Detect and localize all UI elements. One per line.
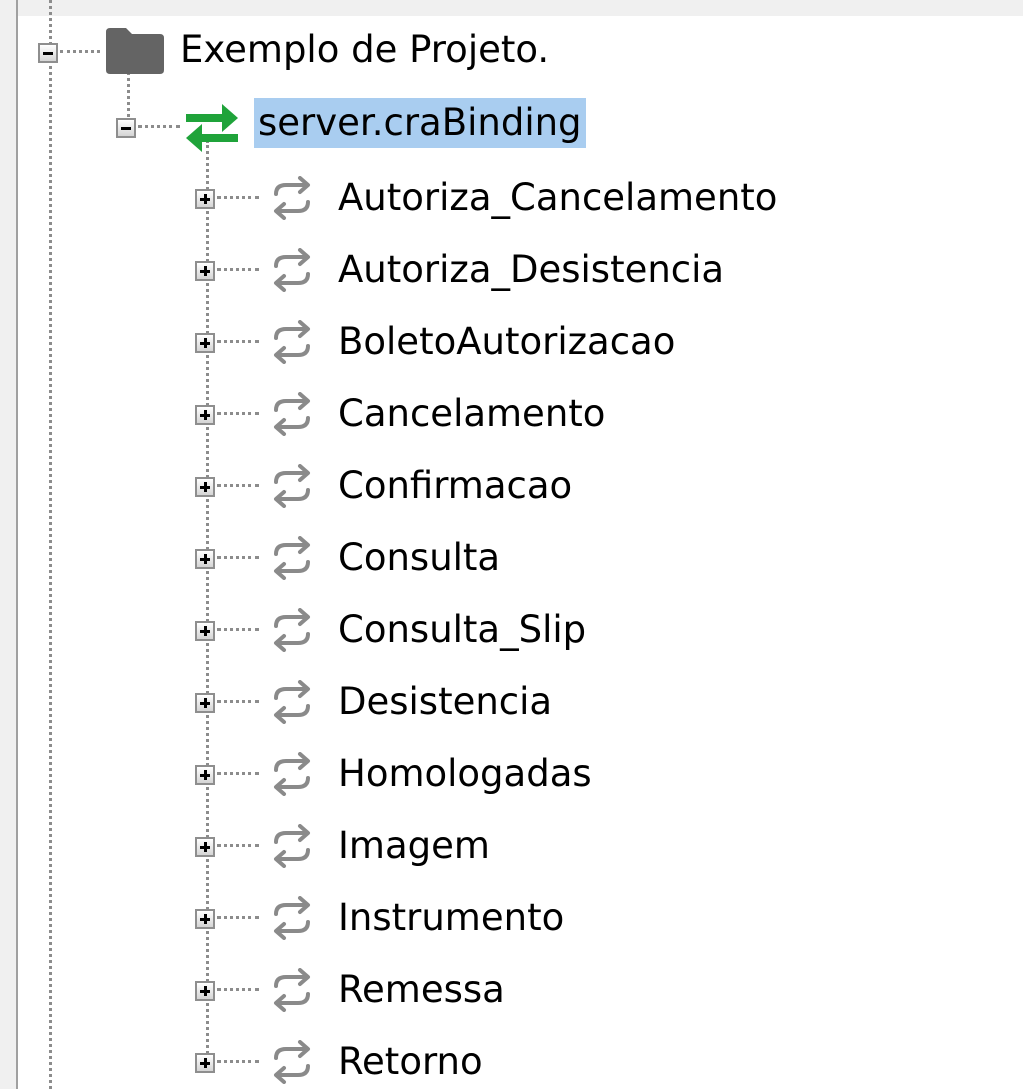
sync-arrows-icon (274, 680, 310, 724)
sync-arrows-icon (274, 320, 310, 364)
tree-connector-line (138, 125, 180, 128)
expand-toggle[interactable] (195, 837, 215, 857)
sync-arrows-icon (274, 968, 310, 1012)
expand-toggle[interactable] (195, 405, 215, 425)
expand-toggle[interactable] (195, 477, 215, 497)
tree-connector-line (217, 412, 259, 415)
tree-node-label[interactable]: Consulta (334, 533, 504, 583)
tree-connector-line (217, 772, 259, 775)
tree-connector-line (217, 628, 259, 631)
tree-connector-line (217, 484, 259, 487)
sync-arrows-icon (274, 896, 310, 940)
sync-arrows-icon (274, 464, 310, 508)
folder-icon (106, 28, 164, 74)
tree-connector-line (217, 340, 259, 343)
tree-connector-line (60, 50, 100, 53)
sync-arrows-icon (274, 392, 310, 436)
expand-toggle[interactable] (195, 333, 215, 353)
tree-node-label[interactable]: Desistencia (334, 677, 556, 727)
expand-toggle[interactable] (195, 189, 215, 209)
tree-node-label[interactable]: BoletoAutorizacao (334, 317, 679, 367)
tree-connector-line (217, 844, 259, 847)
sync-arrows-icon (274, 824, 310, 868)
expand-toggle[interactable] (195, 909, 215, 929)
tree-node-label[interactable]: Imagem (334, 821, 494, 871)
tree-connector-line (217, 268, 259, 271)
tree-connector-line (217, 556, 259, 559)
tree-node-label[interactable]: Autoriza_Desistencia (334, 245, 728, 295)
tree-node-label[interactable]: Cancelamento (334, 389, 609, 439)
tree-node-label-root[interactable]: Exemplo de Projeto. (176, 25, 553, 75)
collapse-toggle-binding[interactable] (116, 118, 136, 138)
sync-arrows-icon (274, 608, 310, 652)
tree-connector-line (217, 700, 259, 703)
tree-node-label-binding[interactable]: server.craBinding (254, 98, 586, 148)
collapse-toggle-root[interactable] (38, 43, 58, 63)
expand-toggle[interactable] (195, 693, 215, 713)
tree-node-label[interactable]: Remessa (334, 965, 509, 1015)
expand-toggle[interactable] (195, 765, 215, 785)
tree-node-label[interactable]: Retorno (334, 1037, 487, 1087)
sync-arrows-icon (274, 536, 310, 580)
sync-arrows-icon (274, 248, 310, 292)
tree-node-label[interactable]: Homologadas (334, 749, 596, 799)
tree-connector-line (217, 916, 259, 919)
expand-toggle[interactable] (195, 621, 215, 641)
sync-arrows-icon (274, 176, 310, 220)
tree-connector-line (217, 196, 259, 199)
expand-toggle[interactable] (195, 1053, 215, 1073)
sync-arrows-icon (274, 1040, 310, 1084)
tree-node-label[interactable]: Instrumento (334, 893, 568, 943)
tree-connector-line (49, 0, 52, 1089)
expand-toggle[interactable] (195, 549, 215, 569)
binding-arrows-icon (186, 104, 238, 152)
tree-node-label[interactable]: Autoriza_Cancelamento (334, 173, 781, 223)
expand-toggle[interactable] (195, 261, 215, 281)
expand-toggle[interactable] (195, 981, 215, 1001)
tree-node-label[interactable]: Confirmacao (334, 461, 576, 511)
sync-arrows-icon (274, 752, 310, 796)
tree-view[interactable]: Exemplo de Projeto. server.craBinding Au… (0, 0, 1023, 1089)
tree-connector-line (217, 988, 259, 991)
tree-node-label[interactable]: Consulta_Slip (334, 605, 590, 655)
tree-connector-line (217, 1060, 259, 1063)
